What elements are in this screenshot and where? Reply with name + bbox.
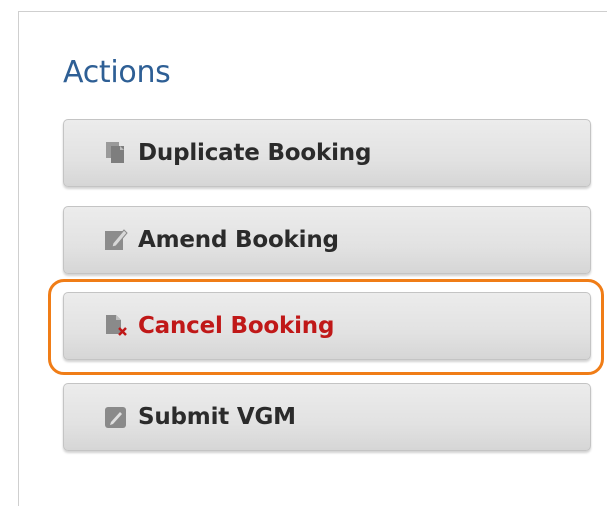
cancel-booking-label: Cancel Booking xyxy=(138,313,335,339)
amend-booking-label: Amend Booking xyxy=(138,227,339,253)
amend-icon xyxy=(104,228,130,252)
duplicate-booking-button[interactable]: Duplicate Booking xyxy=(63,119,591,187)
duplicate-icon xyxy=(104,141,130,165)
cancel-booking-button[interactable]: Cancel Booking xyxy=(63,292,591,360)
actions-heading: Actions xyxy=(63,55,171,90)
duplicate-booking-label: Duplicate Booking xyxy=(138,140,372,166)
cancel-document-icon xyxy=(104,314,130,338)
amend-booking-button[interactable]: Amend Booking xyxy=(63,206,591,274)
submit-vgm-button[interactable]: Submit VGM xyxy=(63,383,591,451)
submit-edit-icon xyxy=(104,405,130,429)
submit-vgm-label: Submit VGM xyxy=(138,404,296,430)
